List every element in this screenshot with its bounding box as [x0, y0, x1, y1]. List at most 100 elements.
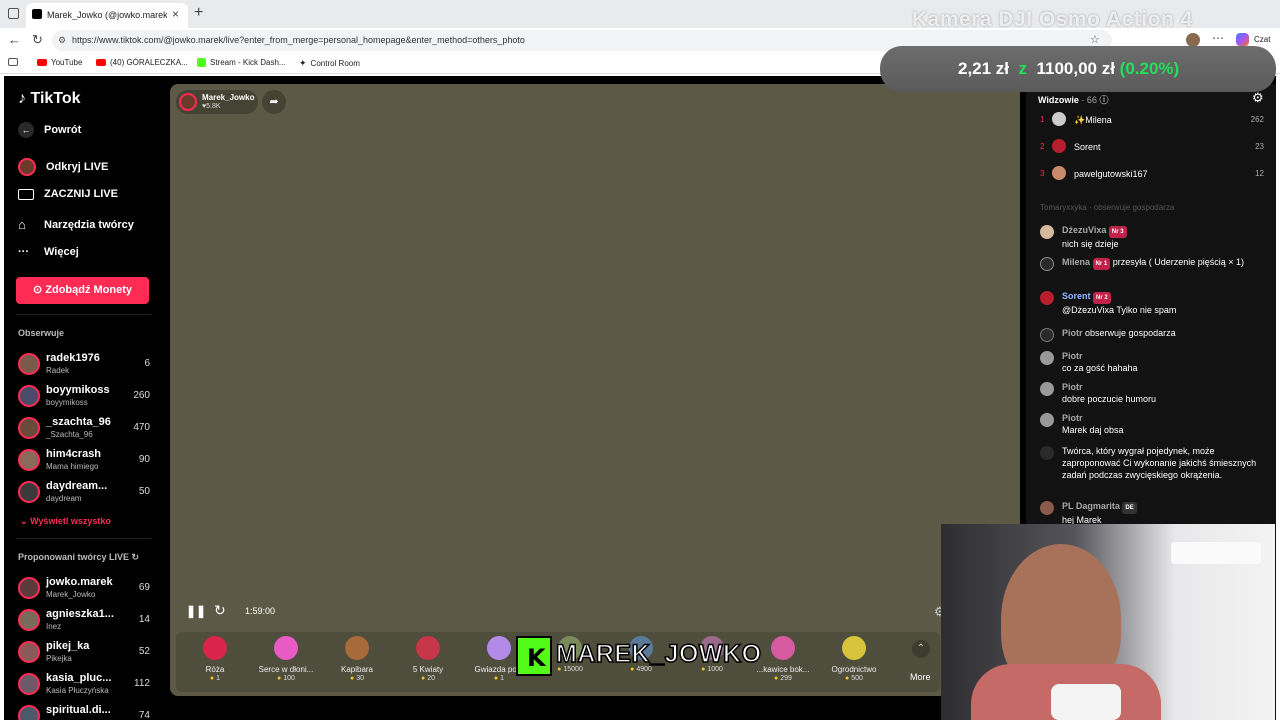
get-coins-button[interactable]: ⊙ Zdobądź Monety	[16, 277, 149, 304]
copilot-icon[interactable]	[1236, 33, 1249, 46]
following-item[interactable]: daydream... daydream 50	[18, 480, 150, 506]
boxing-gloves-icon	[771, 636, 795, 660]
chat-message: Twórca, który wygrał pojedynek, może zap…	[1040, 445, 1264, 481]
price-ticker: 2,21 zł z 1100,00 zł (0.20%)	[880, 46, 1276, 92]
reload-icon[interactable]: ↻	[32, 32, 43, 48]
profile-avatar[interactable]	[1186, 33, 1200, 47]
price-left: 2,21 zł	[958, 59, 1010, 78]
nav-more[interactable]: ··· Więcej	[18, 246, 79, 258]
gift-item[interactable]: 5 Kwiaty20	[393, 636, 463, 682]
more-dots-icon: ···	[18, 246, 29, 258]
site-info-icon[interactable]: ⚙	[58, 35, 66, 46]
sparkle-icon: ✨	[1074, 115, 1086, 125]
browser-tab[interactable]: Marek_Jowko (@jowko.marek) pro... ×	[26, 3, 188, 28]
host-badge[interactable]: Marek_Jowko ♥5.8K	[176, 90, 258, 114]
avatar	[18, 705, 40, 720]
info-icon[interactable]: ⓘ	[1099, 95, 1108, 105]
nav-creator-tools[interactable]: ⌂ Narzędzia twórcy	[18, 217, 134, 232]
chevron-up-icon[interactable]: ⌃	[912, 640, 930, 658]
back-button[interactable]: ← Powrót	[18, 122, 81, 138]
tiktok-logo[interactable]: ♪ TikTok	[18, 90, 81, 108]
air-conditioner	[1171, 542, 1261, 564]
following-item[interactable]: him4crash Mama himiego 90	[18, 448, 150, 474]
show-all-link[interactable]: ⌄ Wyświetl wszystko	[20, 516, 111, 527]
avatar	[18, 417, 40, 439]
favorite-star-icon[interactable]: ☆	[1090, 33, 1100, 46]
flowers-icon	[416, 636, 440, 660]
close-tab-icon[interactable]: ×	[172, 7, 179, 21]
kick-k-letter: K	[527, 644, 546, 672]
heart-hands-icon	[274, 636, 298, 660]
gift-item[interactable]: Róża1	[180, 636, 250, 682]
bookmark-goraleczka[interactable]: (40) GÓRALECZKA...	[96, 58, 188, 67]
chat-message: Piotr Marek daj obsa	[1040, 412, 1264, 436]
control-room-icon: ✦	[299, 58, 307, 68]
follow-icon	[1040, 328, 1054, 342]
collections-icon[interactable]	[8, 58, 18, 66]
coffee-mug	[1051, 684, 1121, 720]
live-video-player[interactable]: Marek_Jowko ♥5.8K ➦ ❚❚ ↻ 1:59:00 ⚙ Róża1…	[170, 84, 1020, 696]
top-viewer-row[interactable]: 3 pawelgutowski167 12	[1036, 166, 1266, 186]
kick-logo-icon: K	[516, 636, 552, 676]
top-viewer-row[interactable]: 2 Sorent 23	[1036, 139, 1266, 159]
suggested-item[interactable]: kasia_pluc... Kasia Płuczyńska 112	[18, 672, 150, 698]
chat-message: Milena Nr 1 przesyła ( Uderzenie pięścią…	[1040, 256, 1264, 271]
following-item[interactable]: radek1976 Radek 6	[18, 352, 150, 378]
zloty-icon: z	[1013, 59, 1032, 78]
share-icon[interactable]: ➦	[262, 90, 286, 114]
nav-start-live[interactable]: ZACZNIJ LIVE	[18, 188, 118, 200]
tab-actions-icon[interactable]	[8, 8, 19, 19]
pause-icon[interactable]: ❚❚	[186, 604, 206, 618]
bookmark-kick-dashboard[interactable]: Stream - Kick Dash...	[197, 58, 286, 67]
chat-button-label[interactable]: Czat	[1254, 35, 1270, 44]
new-tab-icon[interactable]: +	[194, 4, 203, 22]
gift-item[interactable]: Serce w dłoni...100	[251, 636, 321, 682]
bookmark-control-room[interactable]: ✦ Control Room	[299, 58, 360, 69]
refresh-icon[interactable]: ↻	[214, 602, 226, 619]
nav-discover-live[interactable]: Odkryj LIVE	[18, 158, 108, 176]
following-item[interactable]: _szachta_96 _Szachta_96 470	[18, 416, 150, 442]
suggested-header: Proponowani twórcy LIVE ↻	[18, 552, 140, 562]
avatar	[18, 481, 40, 503]
back-arrow-icon: ←	[18, 122, 34, 138]
avatar	[1040, 225, 1054, 239]
kick-channel-overlay: K MAREK_JOWKO	[516, 634, 768, 678]
top-viewer-row[interactable]: 1 ✨Milena 262	[1036, 112, 1266, 132]
avatar	[1040, 382, 1054, 396]
camera-overlay-title: Kamera DJI Osmo Action 4	[912, 8, 1193, 31]
back-arrow-icon[interactable]: ←	[8, 32, 21, 47]
avatar	[18, 449, 40, 471]
following-header: Obserwuje	[18, 328, 65, 338]
suggested-item[interactable]: pikej_ka Pikejka 52	[18, 640, 150, 666]
suggested-item[interactable]: jowko.marek Marek_Jowko 69	[18, 576, 150, 602]
chat-message: Piotr obserwuje gospodarza	[1040, 327, 1264, 342]
suggested-item[interactable]: agnieszka1... Inez 14	[18, 608, 150, 634]
host-likes: ♥5.8K	[202, 103, 221, 110]
avatar	[18, 385, 40, 407]
kick-channel-name: MAREK_JOWKO	[555, 639, 762, 669]
gift-item[interactable]: Ogrodnictwo500	[819, 636, 889, 682]
following-item[interactable]: boyymikoss boyymikoss 260	[18, 384, 150, 410]
kick-icon	[197, 58, 206, 67]
url-text: https://www.tiktok.com/@jowko.marek/live…	[72, 35, 525, 45]
tiktok-favicon-icon	[32, 9, 42, 19]
settings-gear-icon[interactable]: ⚙	[1252, 90, 1264, 106]
avatar	[1040, 501, 1054, 515]
star-icon	[487, 636, 511, 660]
gift-item[interactable]: Kapibara30	[322, 636, 392, 682]
chevron-down-icon: ⌄	[20, 516, 28, 526]
suggested-item[interactable]: spiritual.di... 74	[18, 704, 150, 720]
menu-dots-icon[interactable]: ⋯	[1212, 31, 1224, 45]
coin-icon: ⊙	[32, 284, 43, 296]
refresh-icon[interactable]: ↻	[132, 552, 140, 562]
avatar	[18, 577, 40, 599]
host-avatar	[179, 93, 197, 111]
avatar	[18, 353, 40, 375]
avatar	[18, 673, 40, 695]
more-gifts-button[interactable]: More	[910, 672, 931, 682]
host-name: Marek_Jowko	[202, 93, 255, 102]
avatar	[1052, 112, 1066, 126]
price-change: (0.20%)	[1119, 59, 1180, 78]
bookmark-youtube[interactable]: YouTube	[37, 58, 82, 67]
stream-time: 1:59:00	[245, 606, 276, 616]
